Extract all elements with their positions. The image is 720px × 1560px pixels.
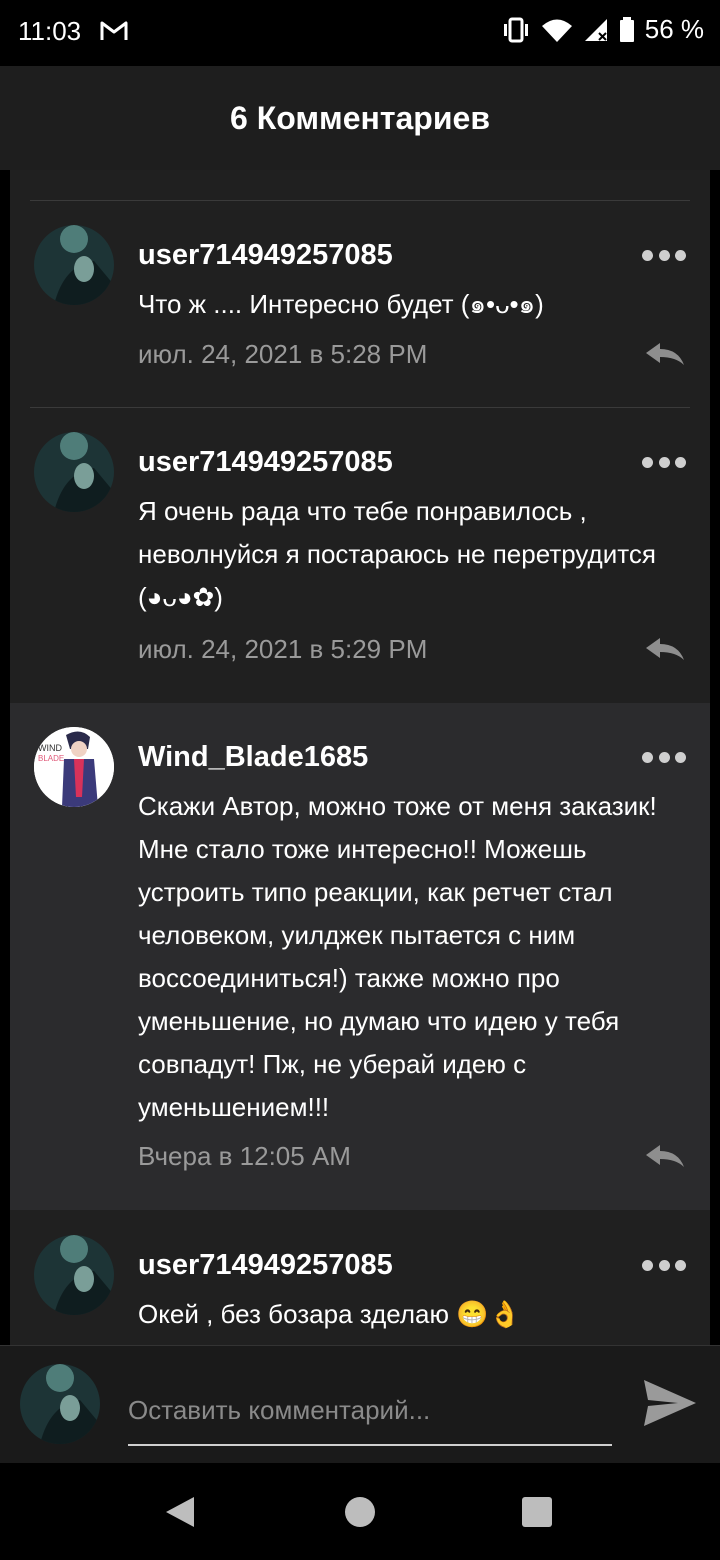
avatar-image xyxy=(20,1364,100,1444)
reply-icon[interactable] xyxy=(644,636,686,662)
home-circle-icon[interactable] xyxy=(345,1497,375,1527)
more-dots-icon[interactable] xyxy=(642,457,686,469)
battery-icon xyxy=(619,16,634,42)
comment-item-highlighted: WIND BLADE Wind_Blade1685 Скажи Автор, м… xyxy=(10,703,710,1210)
comment-date: июл. 24, 2021 в 5:29 PM xyxy=(138,634,428,664)
avatar-logo-text: WIND xyxy=(38,743,62,753)
gmail-icon xyxy=(100,21,128,40)
reply-icon[interactable] xyxy=(644,341,686,367)
comment-item: user714949257085 Окей , без бозара здела… xyxy=(10,1211,710,1345)
comment-item: user714949257085 Что ж .... Интересно бу… xyxy=(10,201,710,407)
send-icon[interactable] xyxy=(642,1378,698,1428)
comment-list[interactable]: user714949257085 Что ж .... Интересно бу… xyxy=(10,170,710,1345)
wifi-icon xyxy=(541,19,572,42)
more-dots-icon[interactable] xyxy=(642,752,686,764)
user-avatar[interactable] xyxy=(34,432,114,512)
avatar-image xyxy=(34,225,114,305)
comment-username[interactable]: user714949257085 xyxy=(138,239,393,272)
comment-item: user714949257085 Я очень рада что тебе п… xyxy=(10,408,710,702)
comment-text: Скажи Автор, можно тоже от меня заказик!… xyxy=(138,791,657,1122)
status-icons: 56 % xyxy=(501,14,704,45)
avatar-image xyxy=(34,1235,114,1315)
avatar-image: WIND BLADE xyxy=(34,727,114,807)
comment-date: Вчера в 12:05 AM xyxy=(138,1141,351,1171)
comment-text: Я очень рада что тебе понравилось , нево… xyxy=(138,496,656,612)
more-dots-icon[interactable] xyxy=(642,1260,686,1272)
user-avatar[interactable] xyxy=(34,225,114,305)
comment-text: Что ж .... Интересно будет (๑•ᴗ•๑) xyxy=(138,289,544,319)
back-triangle-icon[interactable] xyxy=(164,1495,196,1529)
page-title: 6 Комментариев xyxy=(230,99,490,136)
recent-square-icon[interactable] xyxy=(522,1497,552,1527)
comment-input-bar: Оставить комментарий... xyxy=(0,1345,720,1464)
comment-text: Окей , без бозара зделаю 😁👌 xyxy=(138,1299,521,1329)
more-dots-icon[interactable] xyxy=(642,250,686,262)
battery-percent: 56 % xyxy=(644,14,704,44)
comment-username[interactable]: Wind_Blade1685 xyxy=(138,741,368,774)
user-avatar[interactable] xyxy=(34,1235,114,1315)
reply-icon[interactable] xyxy=(644,1143,686,1169)
system-nav-bar xyxy=(0,1463,720,1560)
comment-input[interactable]: Оставить комментарий... xyxy=(128,1376,612,1446)
comment-username[interactable]: user714949257085 xyxy=(138,446,393,479)
comment-username[interactable]: user714949257085 xyxy=(138,1249,393,1282)
comment-date: июл. 24, 2021 в 5:28 PM xyxy=(138,339,428,369)
user-avatar[interactable]: WIND BLADE xyxy=(34,727,114,807)
current-user-avatar xyxy=(20,1364,100,1444)
avatar-image xyxy=(34,432,114,512)
signal-icon xyxy=(584,18,607,41)
comments-header: 6 Комментариев xyxy=(0,66,720,170)
vibrate-icon xyxy=(503,17,528,42)
avatar-logo-text: BLADE xyxy=(38,754,64,763)
status-bar: 11:03 56 % xyxy=(0,0,720,66)
status-time: 11:03 xyxy=(18,16,82,46)
